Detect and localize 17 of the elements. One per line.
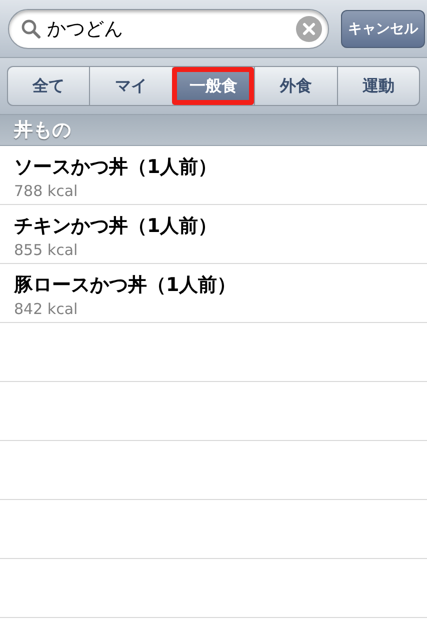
section-title: 丼もの — [14, 118, 71, 143]
search-icon — [21, 18, 41, 38]
scope-tab[interactable]: 一般食 — [172, 67, 254, 105]
clear-icon[interactable] — [296, 16, 322, 42]
search-input[interactable]: かつどん — [47, 18, 290, 40]
scope-tab[interactable]: マイ — [89, 67, 172, 105]
calorie-text: 855 kcal — [14, 241, 79, 259]
calorie-text: 788 kcal — [14, 182, 79, 200]
search-field[interactable]: かつどん — [8, 8, 329, 48]
scope-tab[interactable]: 外食 — [254, 67, 337, 105]
food-name[interactable]: チキンかつ丼（1人前） — [14, 213, 413, 239]
food-name[interactable]: 豚ロースかつ丼（1人前） — [14, 272, 413, 298]
calorie-text: 842 kcal — [14, 300, 79, 318]
scope-tab[interactable]: 全て — [8, 67, 90, 105]
scope-tab[interactable]: 運動 — [336, 67, 420, 105]
food-name[interactable]: ソースかつ丼（1人前） — [14, 154, 413, 180]
cancel-button[interactable]: キャンセル — [341, 10, 425, 48]
